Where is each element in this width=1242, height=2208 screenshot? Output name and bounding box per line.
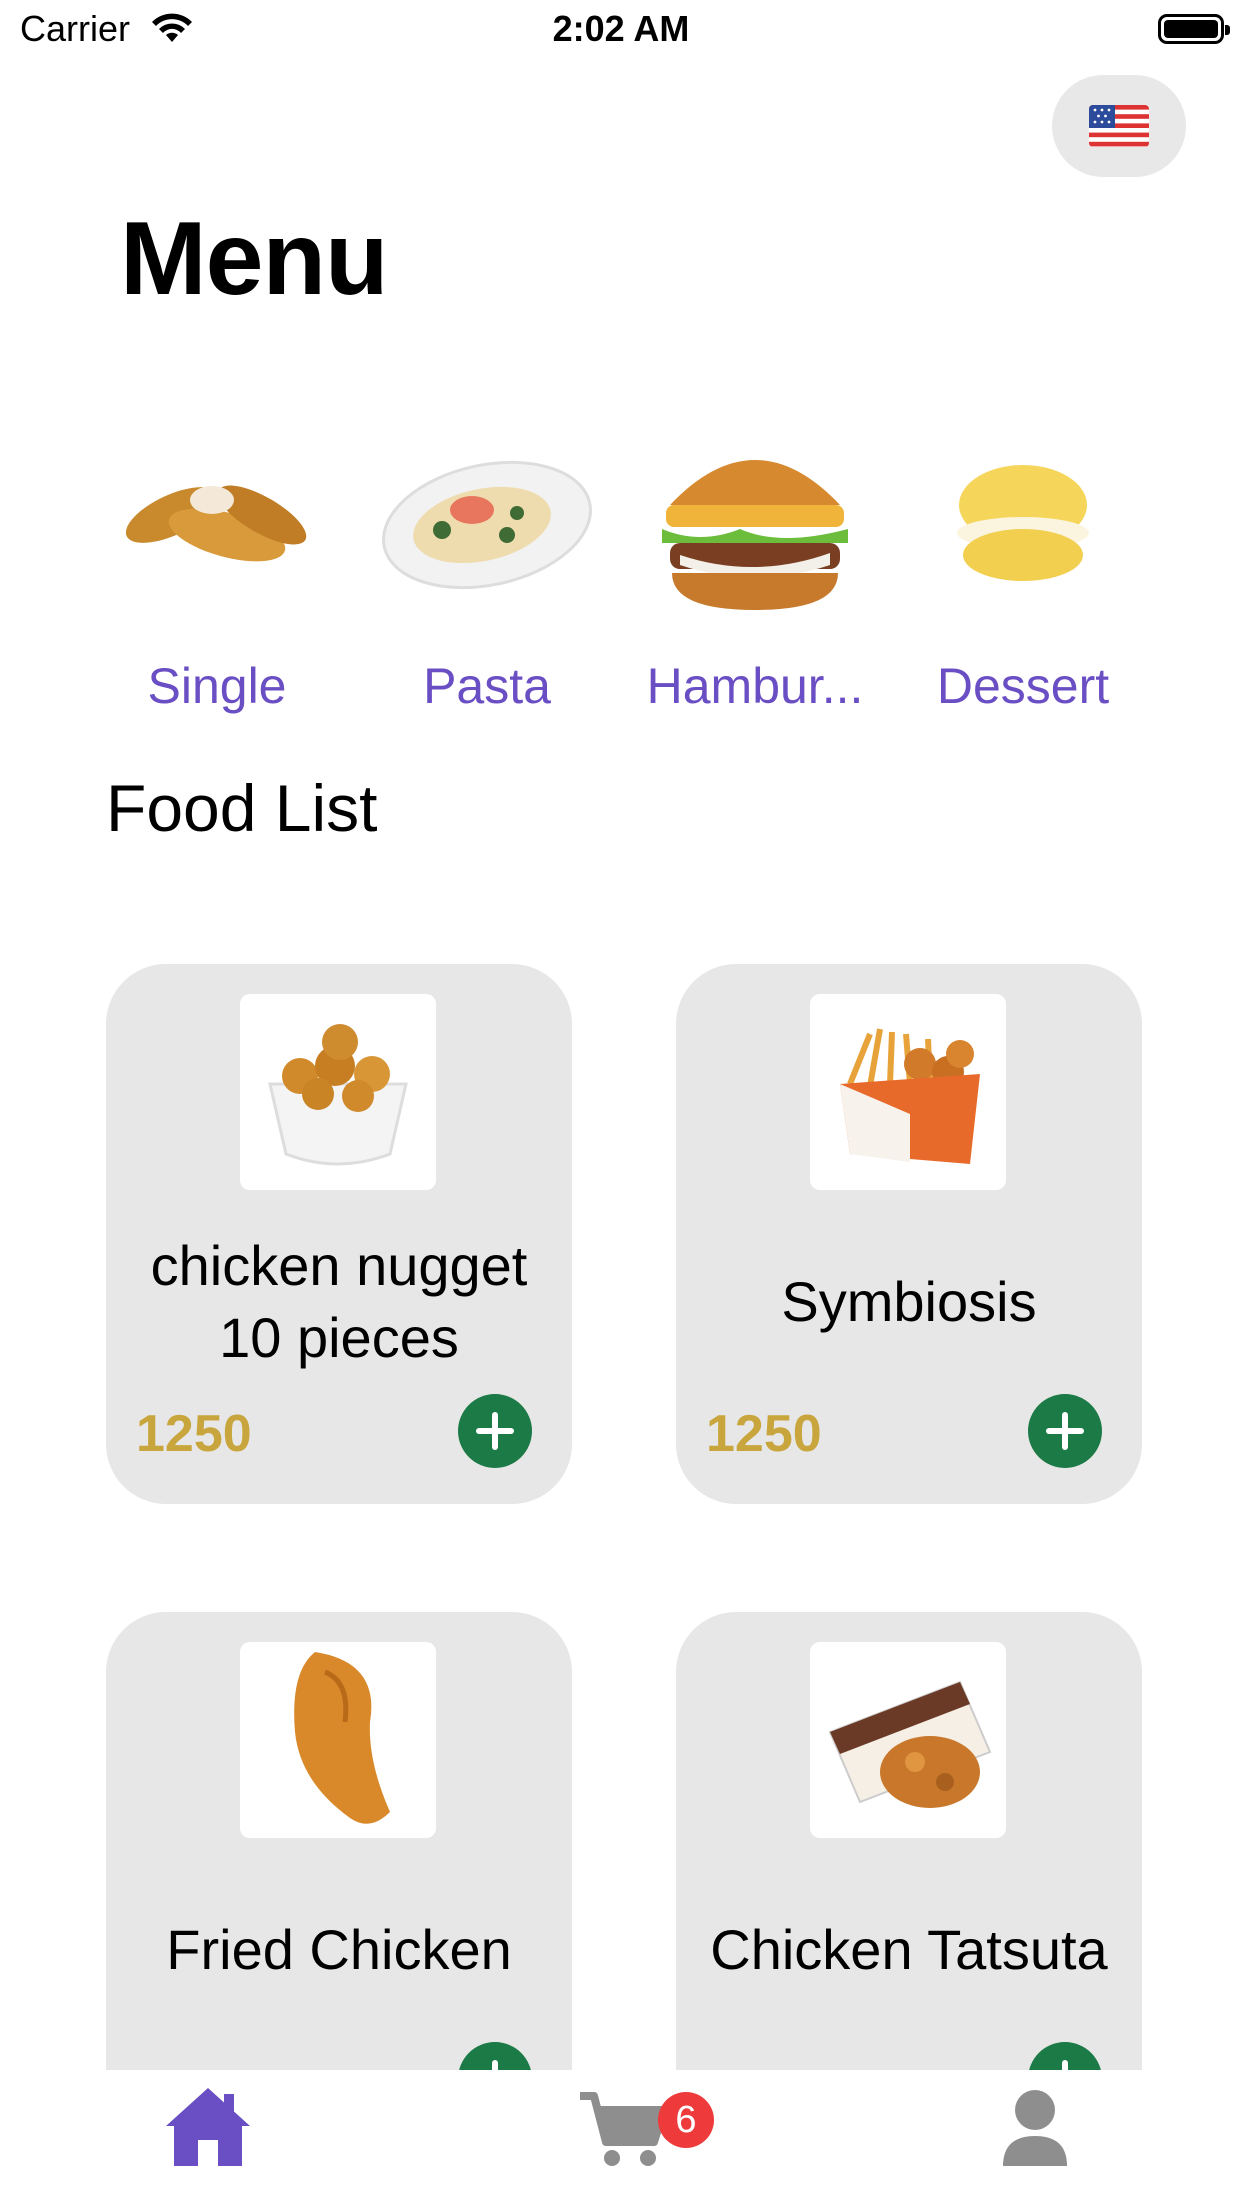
add-to-cart-button[interactable] [1028,1394,1102,1468]
person-icon [1003,2090,1067,2166]
us-flag-icon [1089,105,1149,147]
page-title: Menu [120,201,389,317]
tab-home[interactable] [158,2082,258,2172]
status-bar: Carrier 2:02 AM [0,0,1242,60]
food-card[interactable]: Symbiosis 1250 [676,964,1142,1504]
chicken-tenders-image [102,405,332,635]
fried-chicken-image [240,1642,436,1838]
food-list-title: Food List [106,771,378,845]
category-label: Pasta [423,658,551,714]
category-label: Hambur... [646,658,864,714]
add-to-cart-button[interactable] [458,1394,532,1468]
category-single[interactable]: Single [102,405,332,715]
cart-badge: 6 [658,2092,714,2148]
pasta-plate-image [372,405,602,635]
language-button[interactable] [1052,75,1186,177]
food-name: Fried Chicken [166,1917,512,1981]
category-pasta[interactable]: Pasta [372,405,602,715]
category-label: Single [147,658,287,714]
chicken-tatsuta-bag-image [810,1642,1006,1838]
food-name: Chicken Tatsuta [710,1917,1108,1981]
food-price: 1250 [136,1405,252,1463]
food-card[interactable]: chicken nugget 10 pieces 1250 [106,964,572,1504]
tab-profile[interactable] [985,2082,1085,2172]
category-dessert[interactable]: Dessert [908,405,1138,715]
food-name: Symbiosis [781,1269,1037,1333]
status-time: 2:02 AM [552,8,690,49]
hamburger-image [640,405,870,635]
food-name: chicken nugget 10 pieces [150,1233,528,1369]
home-icon [166,2088,250,2166]
category-label: Dessert [936,658,1110,714]
food-price: 1250 [706,1405,822,1463]
fries-box-image [810,994,1006,1190]
cream-puff-image [908,405,1138,635]
chicken-nugget-bowl-image [240,994,436,1190]
battery-icon [1158,14,1230,44]
tab-bar [0,2070,1242,2208]
category-hamburger[interactable]: Hambur... [640,405,870,715]
